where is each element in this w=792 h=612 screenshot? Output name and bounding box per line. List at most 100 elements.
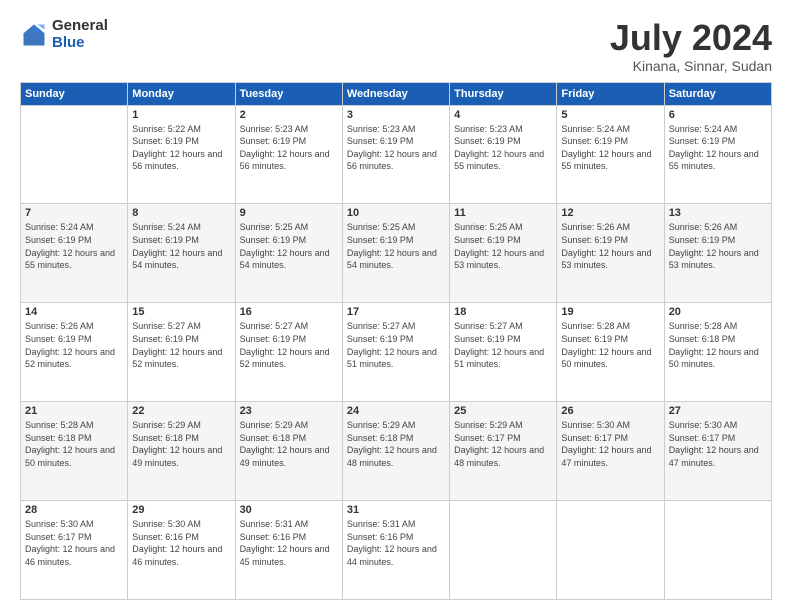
calendar-cell: 10Sunrise: 5:25 AMSunset: 6:19 PMDayligh… — [342, 204, 449, 303]
weekday-header-monday: Monday — [128, 82, 235, 105]
day-info: Sunrise: 5:28 AMSunset: 6:18 PMDaylight:… — [669, 320, 767, 370]
calendar-cell: 5 Sunrise: 5:24 AMSunset: 6:19 PMDaylight… — [557, 105, 664, 204]
calendar-cell: 12 Sunrise: 5:26 AMSunset: 6:19 PMDayligh… — [557, 204, 664, 303]
day-info: Sunrise: 5:29 AMSunset: 6:17 PMDaylight:… — [454, 419, 552, 469]
day-number: 22 — [132, 405, 230, 417]
calendar-cell: 13 Sunrise: 5:26 AMSunset: 6:19 PMDayligh… — [664, 204, 771, 303]
day-number: 30 — [240, 504, 338, 516]
day-number: 13 — [669, 207, 767, 219]
day-info: Sunrise: 5:29 AMSunset: 6:18 PMDaylight:… — [347, 419, 445, 469]
day-info: Sunrise: 5:23 AMSunset: 6:19 PMDaylight:… — [347, 123, 445, 173]
calendar-cell: 23Sunrise: 5:29 AMSunset: 6:18 PMDayligh… — [235, 402, 342, 501]
day-number: 26 — [561, 405, 659, 417]
day-number: 10 — [347, 207, 445, 219]
logo: General Blue — [20, 18, 108, 51]
day-info: Sunrise: 5:30 AMSunset: 6:16 PMDaylight:… — [132, 518, 230, 568]
logo-general: General — [52, 18, 108, 35]
page: General Blue July 2024 Kinana, Sinnar, S… — [0, 0, 792, 612]
day-number: 4 — [454, 109, 552, 121]
week-row-2: 7 Sunrise: 5:24 AMSunset: 6:19 PMDaylight… — [21, 204, 772, 303]
day-number: 9 — [240, 207, 338, 219]
day-number: 25 — [454, 405, 552, 417]
calendar-cell — [21, 105, 128, 204]
main-title: July 2024 — [610, 18, 772, 58]
calendar-cell: 16Sunrise: 5:27 AMSunset: 6:19 PMDayligh… — [235, 303, 342, 402]
day-info: Sunrise: 5:22 AMSunset: 6:19 PMDaylight:… — [132, 123, 230, 173]
day-number: 28 — [25, 504, 123, 516]
calendar-cell: 8 Sunrise: 5:24 AMSunset: 6:19 PMDaylight… — [128, 204, 235, 303]
day-number: 16 — [240, 306, 338, 318]
day-info: Sunrise: 5:25 AMSunset: 6:19 PMDaylight:… — [454, 221, 552, 271]
weekday-header-row: SundayMondayTuesdayWednesdayThursdayFrid… — [21, 82, 772, 105]
day-number: 29 — [132, 504, 230, 516]
calendar-cell: 2Sunrise: 5:23 AMSunset: 6:19 PMDaylight… — [235, 105, 342, 204]
day-number: 6 — [669, 109, 767, 121]
header: General Blue July 2024 Kinana, Sinnar, S… — [20, 18, 772, 74]
day-info: Sunrise: 5:26 AMSunset: 6:19 PMDaylight:… — [561, 221, 659, 271]
day-number: 3 — [347, 109, 445, 121]
day-number: 11 — [454, 207, 552, 219]
day-info: Sunrise: 5:26 AMSunset: 6:19 PMDaylight:… — [669, 221, 767, 271]
calendar-cell: 24Sunrise: 5:29 AMSunset: 6:18 PMDayligh… — [342, 402, 449, 501]
calendar-cell: 21Sunrise: 5:28 AMSunset: 6:18 PMDayligh… — [21, 402, 128, 501]
day-info: Sunrise: 5:27 AMSunset: 6:19 PMDaylight:… — [347, 320, 445, 370]
day-number: 17 — [347, 306, 445, 318]
calendar-cell: 31Sunrise: 5:31 AMSunset: 6:16 PMDayligh… — [342, 501, 449, 600]
calendar-cell: 20 Sunrise: 5:28 AMSunset: 6:18 PMDayligh… — [664, 303, 771, 402]
calendar-cell: 11 Sunrise: 5:25 AMSunset: 6:19 PMDayligh… — [450, 204, 557, 303]
calendar-cell: 29 Sunrise: 5:30 AMSunset: 6:16 PMDayligh… — [128, 501, 235, 600]
day-number: 20 — [669, 306, 767, 318]
weekday-header-saturday: Saturday — [664, 82, 771, 105]
calendar-cell: 27Sunrise: 5:30 AMSunset: 6:17 PMDayligh… — [664, 402, 771, 501]
day-info: Sunrise: 5:29 AMSunset: 6:18 PMDaylight:… — [132, 419, 230, 469]
weekday-header-tuesday: Tuesday — [235, 82, 342, 105]
day-info: Sunrise: 5:24 AMSunset: 6:19 PMDaylight:… — [25, 221, 123, 271]
day-number: 7 — [25, 207, 123, 219]
logo-icon — [20, 21, 48, 49]
week-row-1: 1 Sunrise: 5:22 AMSunset: 6:19 PMDaylight… — [21, 105, 772, 204]
weekday-header-sunday: Sunday — [21, 82, 128, 105]
day-number: 5 — [561, 109, 659, 121]
calendar-cell: 26 Sunrise: 5:30 AMSunset: 6:17 PMDayligh… — [557, 402, 664, 501]
calendar-cell — [450, 501, 557, 600]
calendar-cell: 6 Sunrise: 5:24 AMSunset: 6:19 PMDaylight… — [664, 105, 771, 204]
day-number: 12 — [561, 207, 659, 219]
day-info: Sunrise: 5:23 AMSunset: 6:19 PMDaylight:… — [454, 123, 552, 173]
calendar-cell: 3 Sunrise: 5:23 AMSunset: 6:19 PMDaylight… — [342, 105, 449, 204]
day-number: 1 — [132, 109, 230, 121]
calendar-cell: 9Sunrise: 5:25 AMSunset: 6:19 PMDaylight… — [235, 204, 342, 303]
day-number: 19 — [561, 306, 659, 318]
calendar-cell: 28Sunrise: 5:30 AMSunset: 6:17 PMDayligh… — [21, 501, 128, 600]
calendar-cell: 22 Sunrise: 5:29 AMSunset: 6:18 PMDayligh… — [128, 402, 235, 501]
day-info: Sunrise: 5:23 AMSunset: 6:19 PMDaylight:… — [240, 123, 338, 173]
week-row-4: 21Sunrise: 5:28 AMSunset: 6:18 PMDayligh… — [21, 402, 772, 501]
calendar-cell: 14 Sunrise: 5:26 AMSunset: 6:19 PMDayligh… — [21, 303, 128, 402]
day-number: 18 — [454, 306, 552, 318]
day-info: Sunrise: 5:30 AMSunset: 6:17 PMDaylight:… — [561, 419, 659, 469]
day-info: Sunrise: 5:28 AMSunset: 6:19 PMDaylight:… — [561, 320, 659, 370]
day-number: 15 — [132, 306, 230, 318]
day-info: Sunrise: 5:24 AMSunset: 6:19 PMDaylight:… — [669, 123, 767, 173]
week-row-3: 14 Sunrise: 5:26 AMSunset: 6:19 PMDayligh… — [21, 303, 772, 402]
day-info: Sunrise: 5:24 AMSunset: 6:19 PMDaylight:… — [132, 221, 230, 271]
subtitle: Kinana, Sinnar, Sudan — [610, 58, 772, 74]
calendar-cell: 17 Sunrise: 5:27 AMSunset: 6:19 PMDayligh… — [342, 303, 449, 402]
day-number: 23 — [240, 405, 338, 417]
calendar-cell: 19 Sunrise: 5:28 AMSunset: 6:19 PMDayligh… — [557, 303, 664, 402]
calendar-cell: 7 Sunrise: 5:24 AMSunset: 6:19 PMDaylight… — [21, 204, 128, 303]
calendar-cell: 15 Sunrise: 5:27 AMSunset: 6:19 PMDayligh… — [128, 303, 235, 402]
logo-blue: Blue — [52, 35, 108, 52]
day-info: Sunrise: 5:26 AMSunset: 6:19 PMDaylight:… — [25, 320, 123, 370]
day-info: Sunrise: 5:24 AMSunset: 6:19 PMDaylight:… — [561, 123, 659, 173]
calendar-cell: 18Sunrise: 5:27 AMSunset: 6:19 PMDayligh… — [450, 303, 557, 402]
calendar-table: SundayMondayTuesdayWednesdayThursdayFrid… — [20, 82, 772, 600]
calendar-cell — [557, 501, 664, 600]
calendar-cell: 25 Sunrise: 5:29 AMSunset: 6:17 PMDayligh… — [450, 402, 557, 501]
day-info: Sunrise: 5:28 AMSunset: 6:18 PMDaylight:… — [25, 419, 123, 469]
weekday-header-thursday: Thursday — [450, 82, 557, 105]
day-info: Sunrise: 5:27 AMSunset: 6:19 PMDaylight:… — [132, 320, 230, 370]
day-number: 27 — [669, 405, 767, 417]
day-number: 14 — [25, 306, 123, 318]
day-number: 8 — [132, 207, 230, 219]
weekday-header-wednesday: Wednesday — [342, 82, 449, 105]
